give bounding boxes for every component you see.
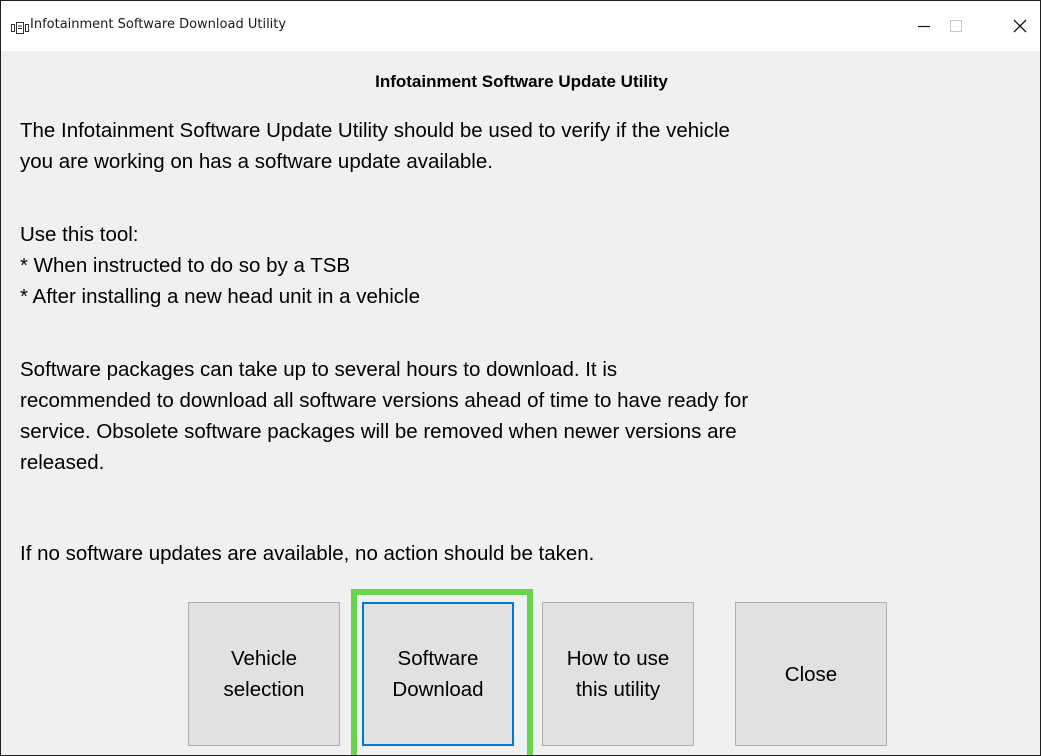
intro-paragraph: The Infotainment Software Update Utility… bbox=[20, 115, 1020, 177]
usage-line: Use this tool: bbox=[20, 223, 139, 246]
usage-line: * When instructed to do so by a TSB bbox=[20, 254, 351, 277]
packages-line: recommended to download all software ver… bbox=[20, 389, 749, 412]
packages-line: Software packages can take up to several… bbox=[20, 358, 618, 381]
close-icon bbox=[1013, 19, 1027, 33]
intro-line: you are working on has a software update… bbox=[20, 150, 493, 173]
software-download-button[interactable]: Software Download bbox=[362, 602, 514, 746]
how-to-use-button[interactable]: How to use this utility bbox=[542, 602, 694, 746]
packages-line: service. Obsolete software packages will… bbox=[20, 420, 737, 443]
usage-line: * After installing a new head unit in a … bbox=[20, 285, 421, 308]
intro-line: The Infotainment Software Update Utility… bbox=[20, 119, 730, 142]
button-label-line: Software bbox=[397, 647, 479, 670]
usage-paragraph: Use this tool: * When instructed to do s… bbox=[20, 219, 1020, 312]
dialog-content: Infotainment Software Update Utility The… bbox=[1, 51, 1040, 755]
maximize-button[interactable] bbox=[933, 1, 979, 51]
packages-paragraph: Software packages can take up to several… bbox=[20, 354, 1020, 478]
no-action-line: If no software updates are available, no… bbox=[20, 542, 595, 565]
window-title: Infotainment Software Download Utility bbox=[30, 17, 287, 32]
maximize-icon bbox=[950, 20, 962, 32]
dialog-heading: Infotainment Software Update Utility bbox=[375, 72, 668, 91]
app-window: Infotainment Software Download Utility I… bbox=[0, 0, 1041, 756]
button-label-line: How to use bbox=[566, 647, 670, 670]
packages-line: released. bbox=[20, 451, 105, 474]
button-label-line: Vehicle bbox=[230, 647, 298, 670]
button-label-line: Download bbox=[392, 678, 484, 701]
button-label-line: this utility bbox=[575, 678, 661, 701]
no-action-paragraph: If no software updates are available, no… bbox=[20, 538, 1020, 569]
title-bar[interactable]: Infotainment Software Download Utility bbox=[1, 1, 1040, 51]
close-button[interactable]: Close bbox=[735, 602, 887, 746]
button-label-line: selection bbox=[223, 678, 305, 701]
vehicle-selection-button[interactable]: Vehicle selection bbox=[188, 602, 340, 746]
window-close-button[interactable] bbox=[997, 1, 1040, 51]
button-label-line: Close bbox=[784, 662, 838, 686]
app-icon bbox=[11, 19, 29, 34]
minimize-icon bbox=[918, 25, 930, 28]
